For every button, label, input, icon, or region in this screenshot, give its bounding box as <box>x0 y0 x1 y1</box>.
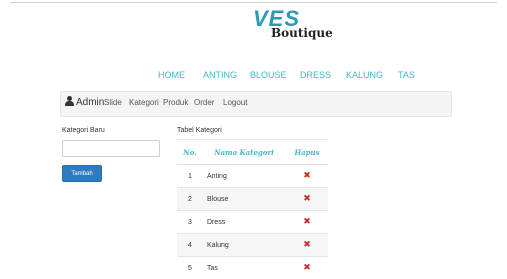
menu-item-anting[interactable]: ANTING <box>203 70 237 80</box>
admin-navbar: Admin Slide Kategori Produk Order Logout <box>60 91 452 117</box>
delete-x-icon[interactable]: ✖ <box>303 171 311 181</box>
logo-text-boutique: Boutique <box>271 26 333 40</box>
table-header-row: No. Nama Kategori Hapus <box>177 140 328 165</box>
row-category-name: Anting <box>203 165 286 188</box>
admin-nav-kategori[interactable]: Kategori <box>129 98 159 107</box>
column-header-no: No. <box>177 140 203 165</box>
row-number: 5 <box>177 257 203 279</box>
add-category-button[interactable]: Tambah <box>62 165 102 182</box>
admin-user-label: Admin <box>76 97 104 108</box>
row-category-name: Dress <box>203 211 286 234</box>
row-category-name: Tas <box>203 257 286 279</box>
table-row: 4 Kalung ✖ <box>177 234 328 257</box>
user-icon <box>65 96 74 106</box>
menu-item-blouse[interactable]: BLOUSE <box>250 70 287 80</box>
table-row: 3 Dress ✖ <box>177 211 328 234</box>
delete-x-icon[interactable]: ✖ <box>303 240 311 250</box>
admin-nav-logout[interactable]: Logout <box>223 98 247 107</box>
column-header-name: Nama Kategori <box>203 140 286 165</box>
top-border <box>0 0 507 4</box>
column-header-delete: Hapus <box>286 140 328 165</box>
delete-x-icon[interactable]: ✖ <box>303 217 311 227</box>
main-menu: HOME ANTING BLOUSE DRESS KALUNG TAS <box>0 70 507 84</box>
table-row: 1 Anting ✖ <box>177 165 328 188</box>
delete-x-icon[interactable]: ✖ <box>303 194 311 204</box>
row-number: 1 <box>177 165 203 188</box>
menu-item-kalung[interactable]: KALUNG <box>346 70 383 80</box>
admin-nav-produk[interactable]: Produk <box>163 98 188 107</box>
menu-item-tas[interactable]: TAS <box>398 70 415 80</box>
new-category-label: Kategori Baru <box>62 127 105 134</box>
table-row: 5 Tas ✖ <box>177 257 328 279</box>
row-category-name: Kalung <box>203 234 286 257</box>
category-table: No. Nama Kategori Hapus 1 Anting ✖ 2 Blo… <box>177 139 328 279</box>
menu-item-home[interactable]: HOME <box>158 70 185 80</box>
row-number: 2 <box>177 188 203 211</box>
category-table-title: Tabel Kategori <box>177 127 222 134</box>
row-number: 3 <box>177 211 203 234</box>
table-row: 2 Blouse ✖ <box>177 188 328 211</box>
admin-nav-order[interactable]: Order <box>194 98 214 107</box>
menu-item-dress[interactable]: DRESS <box>300 70 331 80</box>
row-category-name: Blouse <box>203 188 286 211</box>
admin-nav-slide[interactable]: Slide <box>104 98 122 107</box>
delete-x-icon[interactable]: ✖ <box>303 263 311 273</box>
row-number: 4 <box>177 234 203 257</box>
admin-user[interactable]: Admin <box>65 96 104 108</box>
new-category-input[interactable] <box>62 140 160 157</box>
logo[interactable]: VES Boutique <box>253 6 339 46</box>
